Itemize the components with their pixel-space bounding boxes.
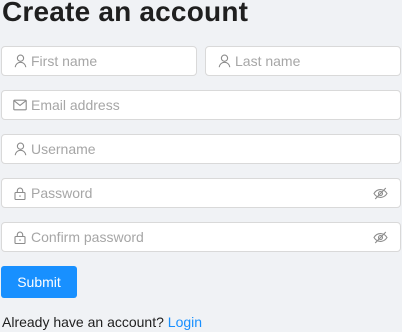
login-link[interactable]: Login: [168, 314, 202, 330]
password-input[interactable]: [31, 179, 368, 207]
eye-invisible-icon[interactable]: [372, 185, 388, 201]
last-name-field[interactable]: [205, 46, 401, 76]
submit-button[interactable]: Submit: [1, 266, 77, 298]
email-input[interactable]: [31, 91, 400, 119]
lock-icon: [13, 230, 27, 244]
login-prompt-text: Already have an account?: [2, 314, 164, 330]
page-title: Create an account: [2, 0, 249, 27]
first-name-input[interactable]: [31, 47, 196, 75]
confirm-password-input[interactable]: [31, 223, 368, 251]
username-input[interactable]: [31, 135, 400, 163]
confirm-password-field[interactable]: [1, 222, 401, 252]
user-icon: [13, 54, 27, 68]
first-name-field[interactable]: [1, 46, 197, 76]
password-field[interactable]: [1, 178, 401, 208]
email-field[interactable]: [1, 90, 401, 120]
mail-icon: [13, 98, 27, 112]
last-name-input[interactable]: [235, 47, 400, 75]
eye-invisible-icon[interactable]: [372, 229, 388, 245]
lock-icon: [13, 186, 27, 200]
username-field[interactable]: [1, 134, 401, 164]
login-prompt: Already have an account? Login: [2, 312, 202, 332]
user-icon: [13, 142, 27, 156]
user-icon: [217, 54, 231, 68]
